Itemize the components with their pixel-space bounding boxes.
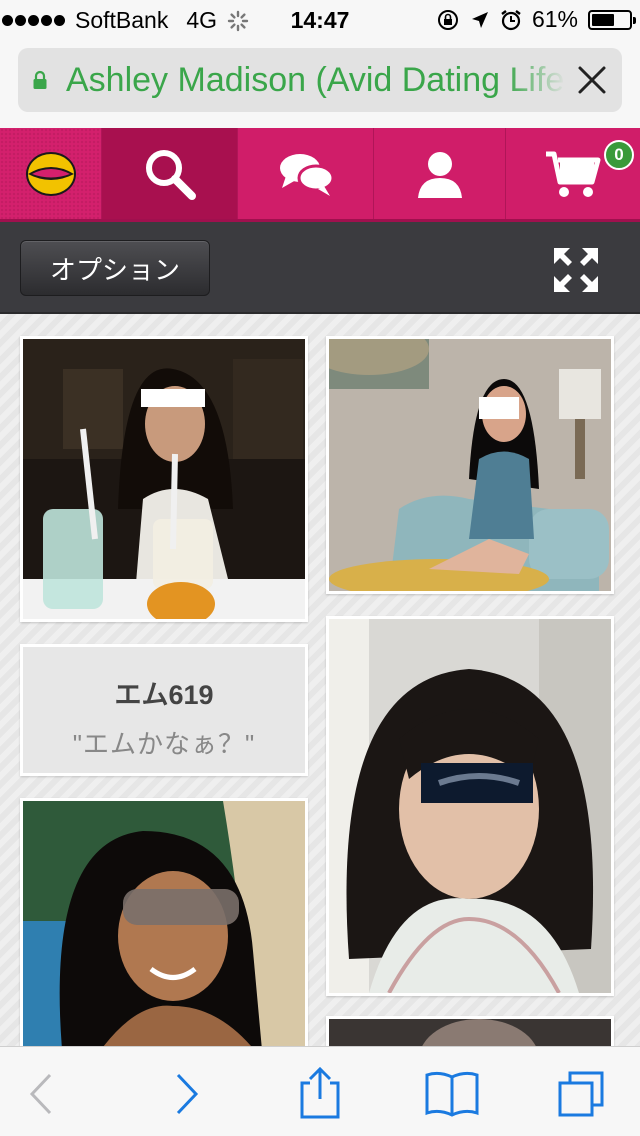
address-bar[interactable]: Ashley Madison (Avid Dating Life — [18, 48, 622, 112]
profile-photo-image — [329, 619, 611, 993]
profile-photo-image — [329, 1019, 611, 1046]
browser-address-area: Ashley Madison (Avid Dating Life — [0, 40, 640, 128]
alarm-icon — [501, 9, 521, 30]
tab-profile[interactable] — [374, 128, 506, 219]
forward-icon[interactable] — [160, 1069, 210, 1119]
profile-photo-image — [329, 339, 611, 591]
bookmarks-icon[interactable] — [424, 1069, 480, 1119]
cart-count-badge: 0 — [604, 140, 634, 170]
battery-percent: 61% — [531, 6, 578, 32]
user-icon — [417, 151, 462, 198]
status-bar: SoftBank 4G 14:47 61% — [0, 0, 640, 40]
chat-bubbles-icon — [279, 153, 334, 196]
options-button[interactable]: オプション — [20, 240, 210, 296]
rotation-lock-icon — [437, 9, 458, 30]
tab-cart[interactable]: 0 — [506, 128, 640, 219]
tab-messages[interactable] — [238, 128, 374, 219]
options-bar: オプション — [0, 222, 640, 314]
status-right: 61% — [436, 6, 636, 33]
profile-photo-image — [23, 801, 305, 1046]
tab-home-logo[interactable] — [0, 128, 102, 219]
profile-photo[interactable] — [326, 336, 614, 594]
ashley-madison-logo-icon — [25, 151, 76, 196]
expand-icon[interactable] — [552, 246, 600, 294]
profile-photo[interactable] — [326, 616, 614, 996]
profile-quote: "エムかなぁ？" — [72, 729, 256, 759]
profile-info-card[interactable]: エム619 "エムかなぁ？" — [20, 644, 308, 776]
location-arrow-icon — [471, 11, 488, 28]
battery-icon — [588, 9, 636, 30]
cart-icon — [546, 151, 601, 197]
search-icon — [145, 149, 196, 200]
close-icon[interactable] — [576, 64, 608, 96]
profile-grid: エム619 "エムかなぁ？" — [0, 314, 640, 1046]
profile-photo-image — [23, 339, 305, 619]
page-title: Ashley Madison (Avid Dating Life — [66, 62, 565, 98]
main-nav: 0 — [0, 128, 640, 222]
browser-toolbar — [0, 1046, 640, 1136]
lock-icon — [33, 70, 47, 89]
profile-photo[interactable] — [326, 1016, 614, 1046]
profile-photo[interactable] — [20, 336, 308, 622]
tab-search[interactable] — [102, 128, 238, 219]
profile-photo[interactable] — [20, 798, 308, 1046]
back-icon[interactable] — [18, 1069, 68, 1119]
share-icon[interactable] — [296, 1065, 344, 1121]
profile-name: エム619 — [114, 680, 214, 710]
tabs-icon[interactable] — [556, 1069, 606, 1119]
